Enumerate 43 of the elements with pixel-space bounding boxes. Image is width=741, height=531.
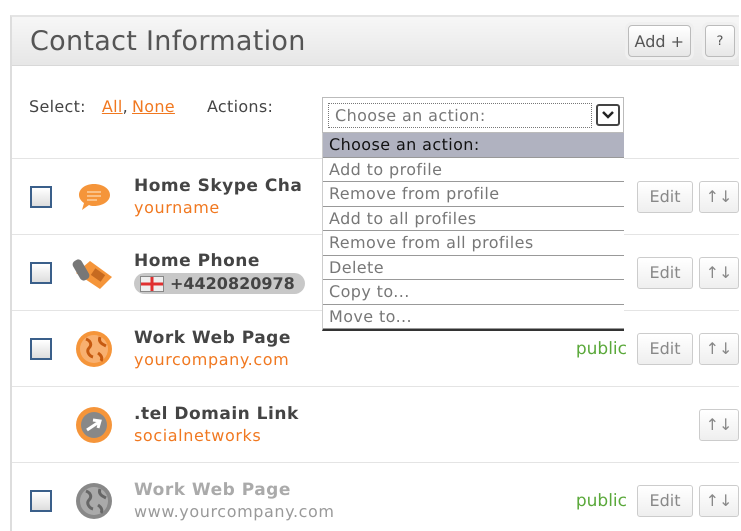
reorder-button[interactable]: ↑↓	[699, 180, 739, 212]
add-button[interactable]: Add +	[628, 25, 691, 57]
separator-text: ,	[122, 96, 128, 116]
menu-option[interactable]: Copy to...	[323, 280, 624, 304]
select-label: Select:	[29, 96, 86, 116]
chevron-down-icon	[596, 104, 620, 126]
globe-icon	[74, 480, 114, 520]
select-link[interactable]: All	[102, 96, 123, 116]
action-select[interactable]: Choose an action:	[322, 97, 624, 133]
contact-label: Home Phone	[134, 251, 260, 271]
menu-option[interactable]: Delete	[323, 256, 624, 280]
select-link[interactable]: None	[132, 96, 175, 116]
menu-option[interactable]: Add to all profiles	[323, 206, 624, 231]
checkbox[interactable]	[30, 338, 52, 360]
menu-option[interactable]: Move to...	[323, 304, 624, 329]
help-button[interactable]: ?	[705, 25, 735, 57]
panel-title: Contact Information	[30, 26, 307, 56]
contact-label: Home Skype Cha	[134, 176, 302, 196]
flag-icon	[140, 276, 164, 292]
reorder-button[interactable]: ↑↓	[699, 332, 739, 364]
visibility-label: public	[576, 338, 627, 358]
contact-value[interactable]: yourcompany.com	[134, 350, 290, 369]
menu-option[interactable]: Choose an action:	[323, 133, 624, 158]
edit-button[interactable]: Edit	[637, 332, 693, 364]
edit-button[interactable]: Edit	[637, 256, 693, 288]
edit-button[interactable]: Edit	[637, 180, 693, 212]
visibility-label: public	[576, 490, 627, 510]
checkbox[interactable]	[30, 262, 52, 284]
contact-value[interactable]: yourname	[134, 198, 220, 217]
contact-value[interactable]: socialnetworks	[134, 426, 262, 445]
globe-icon	[74, 328, 114, 368]
contact-label: .tel Domain Link	[134, 404, 299, 424]
menu-option[interactable]: Remove from all profiles	[323, 231, 624, 256]
menu-option[interactable]: Remove from profile	[323, 182, 624, 206]
contact-label: Work Web Page	[134, 328, 291, 348]
phone-number-pill: +4420820978	[134, 273, 305, 294]
menu-option[interactable]: Add to profile	[323, 158, 624, 182]
checkbox[interactable]	[30, 186, 52, 208]
reorder-button[interactable]: ↑↓	[699, 256, 739, 288]
arrow-circle-icon	[74, 404, 114, 444]
reorder-button[interactable]: ↑↓	[699, 408, 739, 440]
contact-label: Work Web Page	[134, 480, 291, 500]
actions-label: Actions:	[206, 96, 274, 116]
